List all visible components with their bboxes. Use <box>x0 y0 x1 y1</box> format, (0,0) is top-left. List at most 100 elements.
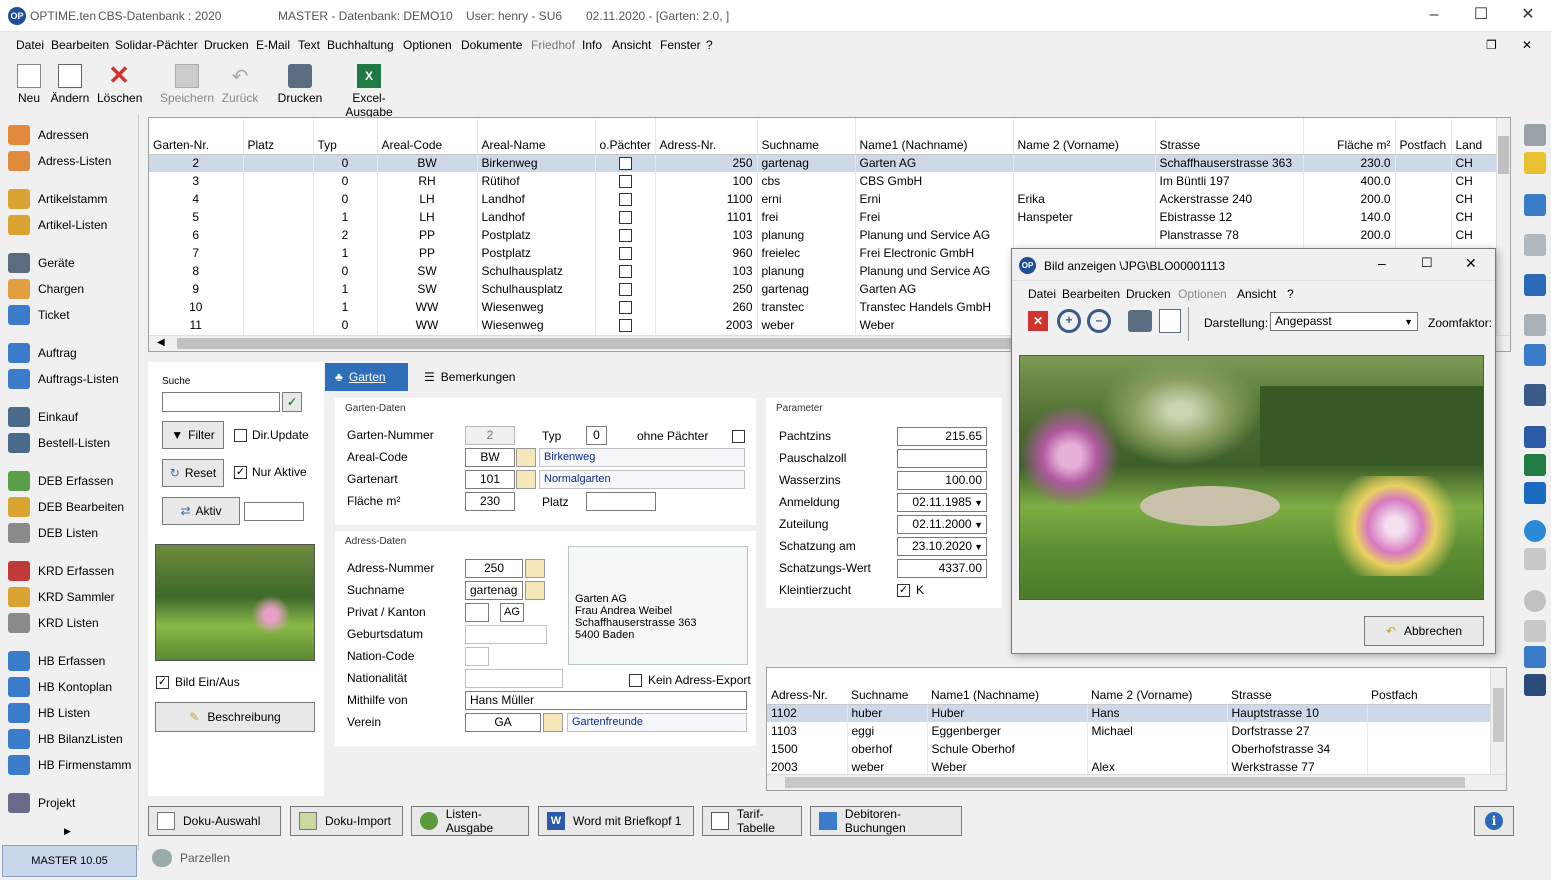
grid-col-header[interactable]: Adress-Nr. <box>655 118 758 155</box>
typ-input[interactable]: 0 <box>586 426 607 445</box>
grid-col-header[interactable]: Platz <box>243 118 314 155</box>
mdi-close-icon[interactable]: ✕ <box>1522 38 1532 52</box>
menu-drucken[interactable]: Drucken <box>204 38 249 52</box>
outlook-icon[interactable] <box>1524 482 1546 504</box>
sidebar-item-deb-listen[interactable]: DEB Listen <box>8 522 98 544</box>
menu-bearbeiten[interactable]: Bearbeiten <box>51 38 109 52</box>
sidebar-item-bestell-listen[interactable]: Bestell-Listen <box>8 432 110 454</box>
abbrechen-button[interactable]: ↶ Abbrechen <box>1364 616 1484 646</box>
tarif-tabelle-button[interactable]: Tarif-Tabelle <box>702 806 802 836</box>
sidebar-item-auftrags-listen[interactable]: Auftrags-Listen <box>8 368 119 390</box>
support-icon[interactable] <box>1524 590 1546 612</box>
checkbox[interactable] <box>618 265 632 279</box>
table-row[interactable]: 5 1 LH Landhof 1101 frei Frei Hanspeter Ebistras… <box>149 208 1498 226</box>
hscroll-thumb[interactable] <box>177 338 1017 349</box>
viewer-close-button[interactable]: ✕ <box>1028 311 1048 331</box>
dirupdate-checkbox[interactable]: Dir.Update <box>234 428 309 442</box>
flaeche-input[interactable]: 230 <box>465 492 515 511</box>
menu-help[interactable]: ? <box>706 38 713 52</box>
grid-col-header[interactable]: Land <box>1451 118 1498 155</box>
tab-bemerkungen[interactable]: ☰ Bemerkungen <box>414 363 524 391</box>
parzellen-tab[interactable]: Parzellen <box>152 847 230 869</box>
menu-dokumente[interactable]: Dokumente <box>461 38 522 52</box>
search-input[interactable] <box>162 392 280 412</box>
kleintierzucht-checkbox[interactable]: ✓ K <box>897 583 924 597</box>
search-confirm-button[interactable]: ✓ <box>282 392 302 412</box>
privat-input[interactable] <box>465 603 489 622</box>
edit-button[interactable]: Ändern <box>50 64 90 105</box>
menu-email[interactable]: E-Mail <box>256 38 290 52</box>
pachtzins-input[interactable]: 215.65 <box>897 427 987 446</box>
copy-icon[interactable] <box>1524 620 1546 642</box>
sidebar-item-auftrag[interactable]: Auftrag <box>8 342 77 364</box>
checkbox[interactable] <box>618 229 632 243</box>
table-row[interactable]: 4 0 LH Landhof 1100 erni Erni Erika Ackerstrasse… <box>149 190 1498 208</box>
zuteilung-date[interactable]: 02.11.2000 ▼ <box>897 515 987 534</box>
nuraktive-checkbox[interactable]: ✓ Nur Aktive <box>234 465 307 479</box>
sidebar-item-deb-erfassen[interactable]: DEB Erfassen <box>8 470 113 492</box>
checkbox[interactable] <box>618 283 632 297</box>
menu-ansicht[interactable]: Ansicht <box>612 38 651 52</box>
table-row[interactable]: 3 0 RH Rütihof 100 cbs CBS GmbH Im Büntli 197 40… <box>149 172 1498 190</box>
menu-text[interactable]: Text <box>298 38 320 52</box>
member-hscrollbar[interactable] <box>767 774 1506 790</box>
sidebar-item-adressen[interactable]: Adressen <box>8 124 89 146</box>
menu-optionen[interactable]: Optionen <box>403 38 452 52</box>
mithilfe-input[interactable]: Hans Müller <box>465 691 747 710</box>
aktiv-button[interactable]: ⇄ Aktiv <box>162 497 240 525</box>
anmeldung-date[interactable]: 02.11.1985 ▼ <box>897 493 987 512</box>
sidebar-item-hb-kontoplan[interactable]: HB Kontoplan <box>8 676 112 698</box>
member-col-header[interactable]: Strasse <box>1227 668 1367 705</box>
grid-col-header[interactable]: o.Pächter <box>595 118 656 155</box>
new-button[interactable]: Neu <box>14 64 44 105</box>
checkbox[interactable] <box>618 157 632 171</box>
gartenart-folder-icon[interactable] <box>516 470 536 489</box>
print-preview-icon[interactable] <box>1159 309 1181 333</box>
restore-icon[interactable]: ❐ <box>1486 38 1497 52</box>
reset-button[interactable]: ↻ Reset <box>162 459 224 487</box>
areal-name-field[interactable]: Birkenweg <box>539 448 745 467</box>
checkbox[interactable] <box>618 193 632 207</box>
tools-icon[interactable] <box>1524 124 1546 146</box>
maximize-icon[interactable]: ☐ <box>1458 0 1504 32</box>
grid-col-header[interactable]: Name1 (Nachname) <box>855 118 1014 155</box>
user-officer-icon[interactable] <box>1524 674 1546 696</box>
beschreibung-button[interactable]: ✎ Beschreibung <box>155 702 315 732</box>
sidebar-item-hb-listen[interactable]: HB Listen <box>8 702 90 724</box>
adress-nr-input[interactable]: 250 <box>465 559 523 578</box>
grid-col-header[interactable]: Postfach <box>1395 118 1452 155</box>
doku-import-button[interactable]: Doku-Import <box>290 806 403 836</box>
sidebar-item-ticket[interactable]: Ticket <box>8 304 70 326</box>
table-row[interactable]: 6 2 PP Postplatz 103 planung Planung und Servi… <box>149 226 1498 244</box>
viewer-menu-help[interactable]: ? <box>1287 287 1294 301</box>
member-col-header[interactable]: Name 2 (Vorname) <box>1087 668 1227 705</box>
viewer-print-icon[interactable] <box>1128 310 1152 332</box>
phone-icon[interactable] <box>1524 274 1546 296</box>
gartenart-name-field[interactable]: Normalgarten <box>539 470 745 489</box>
member-grid[interactable]: Adress-Nr. Suchname Name1 (Nachname) Name 2… <box>766 667 1507 791</box>
calendar-icon[interactable] <box>1524 194 1546 216</box>
grid-vscrollbar[interactable] <box>1496 118 1510 336</box>
menu-datei[interactable]: Datei <box>16 38 44 52</box>
excel-icon[interactable] <box>1524 454 1546 476</box>
table-row[interactable]: 2 0 BW Birkenweg 250 gartenag Garten AG Schaffh… <box>149 154 1498 172</box>
member-row[interactable]: 1103 eggi Eggenberger Michael Dorfstrasse 27 <box>767 722 1492 740</box>
checkbox[interactable] <box>618 247 632 261</box>
sidebar-item-hb-firmenstamm[interactable]: HB Firmenstamm <box>8 754 131 776</box>
aktiv-field[interactable] <box>244 502 304 521</box>
menu-friedhof[interactable]: Friedhof <box>531 38 575 52</box>
viewer-close-icon[interactable]: ✕ <box>1465 255 1477 272</box>
sidebar-item-krd-erfassen[interactable]: KRD Erfassen <box>8 560 114 582</box>
sidebar-item-projekt[interactable]: Projekt <box>8 792 75 814</box>
sidebar-item-deb-bearbeiten[interactable]: DEB Bearbeiten <box>8 496 124 518</box>
expand-arrow-icon[interactable]: ▶ <box>64 826 71 837</box>
grid-col-header[interactable]: Fläche m² <box>1303 118 1396 155</box>
kein-export-checkbox[interactable]: Kein Adress-Export <box>629 673 751 687</box>
kanton-input[interactable]: AG <box>500 603 524 622</box>
browser-icon[interactable] <box>1524 520 1546 542</box>
sidebar-item-geraete[interactable]: Geräte <box>8 252 75 274</box>
listen-ausgabe-button[interactable]: Listen-Ausgabe <box>411 806 529 836</box>
clock-icon[interactable] <box>1524 314 1546 336</box>
menu-info[interactable]: Info <box>582 38 602 52</box>
schatzung-date[interactable]: 23.10.2020 ▼ <box>897 537 987 556</box>
